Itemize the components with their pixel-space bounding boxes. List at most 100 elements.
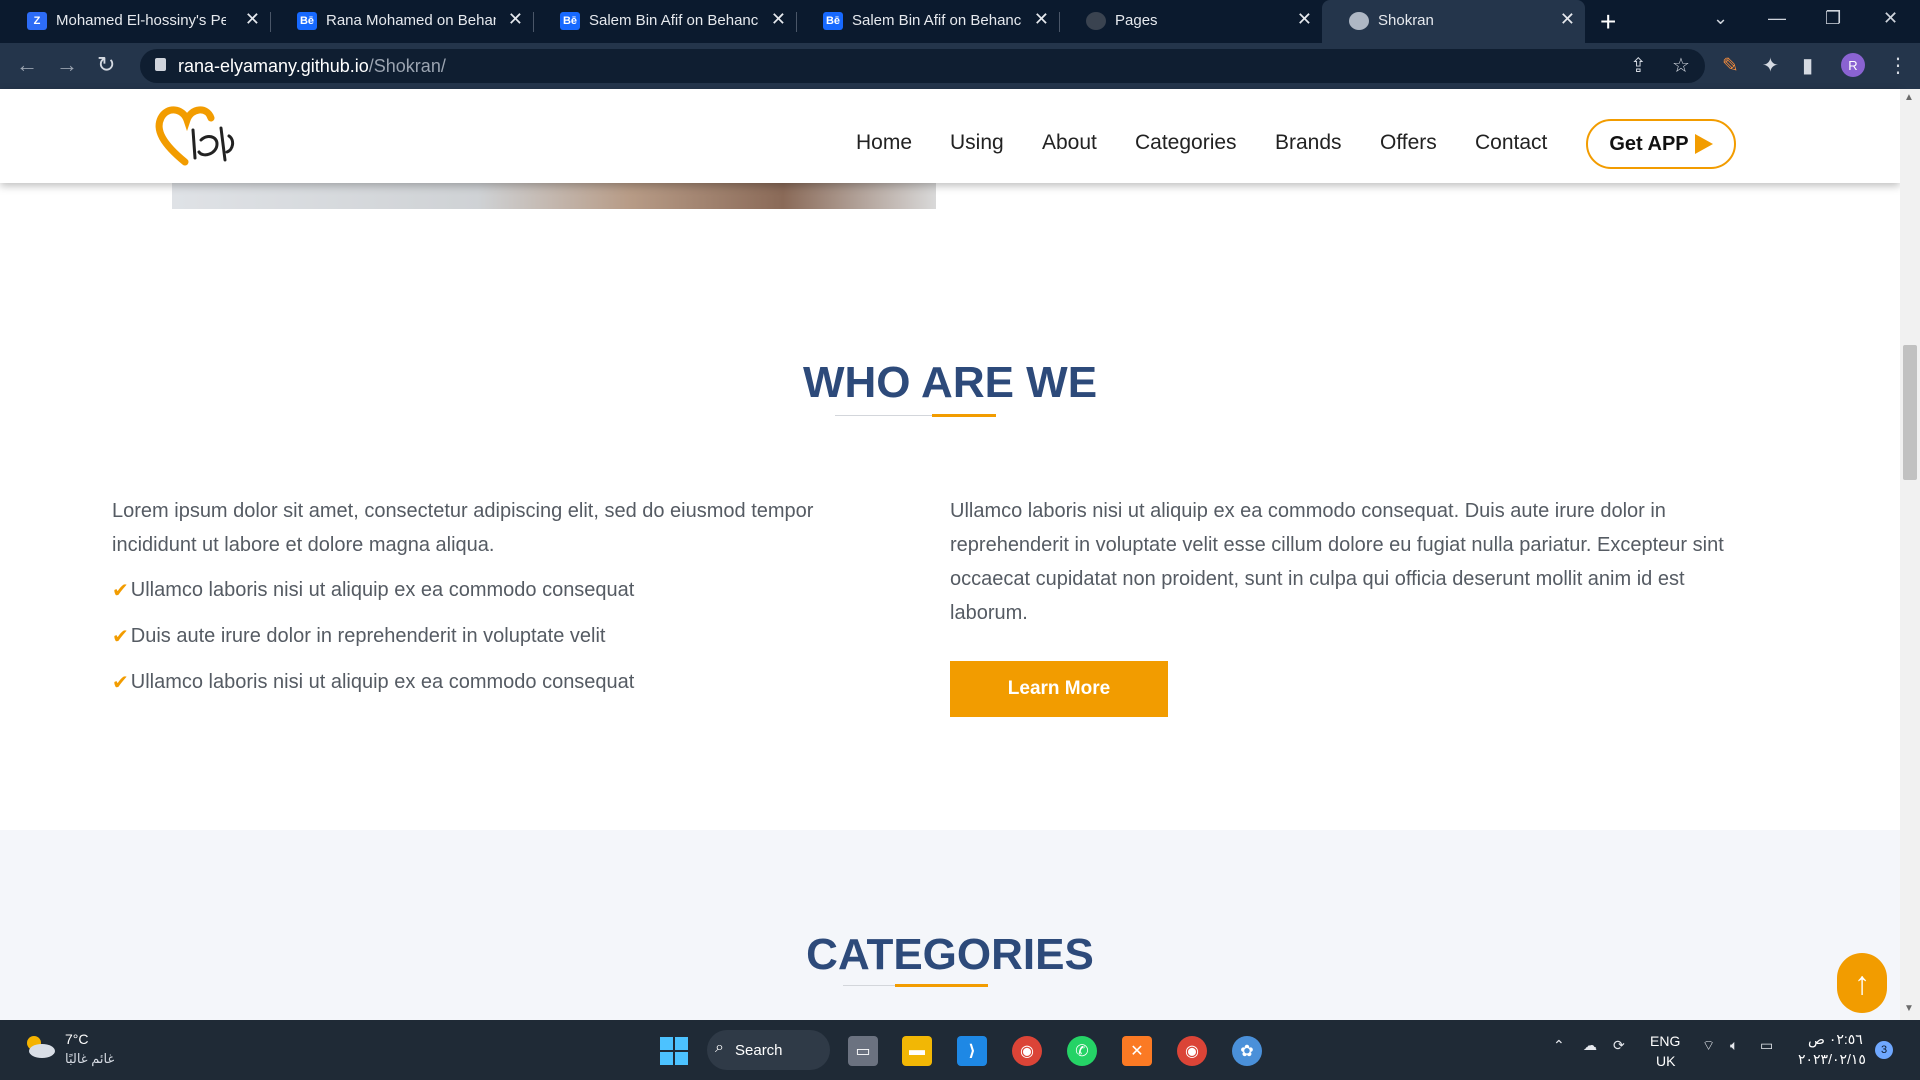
page-scrollbar[interactable] [1900,89,1920,1020]
nav-contact[interactable]: Contact [1475,131,1547,155]
share-icon[interactable]: ⇪ [1630,53,1647,78]
shokran-logo[interactable] [155,100,237,176]
chrome-icon[interactable]: ◉ [1012,1036,1042,1066]
pen-extension-icon[interactable]: ✎ [1722,53,1739,78]
zoho-icon: Z [27,12,47,30]
check-icon: ✔ [112,672,129,694]
new-tab-button[interactable]: + [1600,6,1616,38]
language-region: UK [1656,1053,1676,1069]
tab-3[interactable]: Bē Salem Bin Afif on Behance ✕ [533,0,796,43]
tab-1[interactable]: Z Mohamed El-hossiny's Pers ✕ [0,0,270,43]
windows-start-icon[interactable] [659,1036,689,1066]
nav-brands[interactable]: Brands [1275,131,1342,155]
learn-more-button[interactable]: Learn More [950,661,1168,717]
weather-description: غائم غالبًا [65,1051,115,1066]
check-icon: ✔ [112,626,129,648]
nav-offers[interactable]: Offers [1380,131,1437,155]
nav-home[interactable]: Home [856,131,912,155]
nav-about[interactable]: About [1042,131,1097,155]
notification-badge[interactable]: 3 [1875,1041,1893,1059]
volume-icon[interactable]: 🔈︎ [1730,1037,1738,1054]
weather-temperature: 7°C [65,1031,89,1047]
github-icon [1086,12,1106,30]
nav-categories[interactable]: Categories [1135,131,1237,155]
forward-icon[interactable]: → [56,52,78,78]
check-item: ✔ Duis aute irure dolor in reprehenderit … [112,625,606,648]
paint-icon[interactable]: ✿ [1232,1036,1262,1066]
behance-icon: Bē [297,12,317,30]
search-icon: ⌕ [715,1039,724,1056]
minimize-icon[interactable]: — [1768,8,1786,29]
tab-label: Shokran [1378,12,1434,29]
side-panel-icon[interactable]: ▮ [1802,53,1813,78]
tab-label: Mohamed El-hossiny's Pers [56,12,226,29]
profile-avatar[interactable]: R [1841,53,1865,77]
close-icon[interactable]: ✕ [771,9,786,30]
language-indicator[interactable]: ENG [1650,1033,1680,1049]
get-app-button[interactable]: Get APP [1586,119,1736,169]
taskbar-search-label: Search [735,1041,783,1059]
chrome-profile-icon[interactable]: ◉ [1177,1036,1207,1066]
close-icon[interactable]: ✕ [1034,9,1049,30]
weather-cloud-sun-icon[interactable] [22,1033,56,1059]
title-accent [895,984,988,987]
check-item: ✔ Ullamco laboris nisi ut aliquip ex ea c… [112,671,635,694]
categories-section-bg [0,830,1900,1020]
scroll-down-arrow-icon[interactable]: ▼ [1904,1003,1914,1014]
scroll-to-top-button[interactable]: ↑ [1837,953,1887,1013]
sync-icon[interactable]: ⟳ [1613,1037,1625,1054]
scrollbar-thumb[interactable] [1903,345,1917,480]
close-icon[interactable]: ✕ [1560,9,1575,30]
tab-label: Salem Bin Afif on Behance [852,12,1022,29]
check-item: ✔ Ullamco laboris nisi ut aliquip ex ea c… [112,579,635,602]
tab-5[interactable]: Pages ✕ [1059,0,1322,43]
title-accent [932,414,996,417]
extensions-icon[interactable]: ✦ [1762,53,1779,78]
menu-icon[interactable]: ⋮ [1888,53,1908,78]
who-left-paragraph: Lorem ipsum dolor sit amet, consectetur … [112,500,814,556]
who-right-paragraph: Ullamco laboris nisi ut aliquip ex ea co… [950,500,1724,624]
url-text: rana-elyamany.github.io/Shokran/ [178,56,446,76]
browser-tab-bar: Z Mohamed El-hossiny's Pers ✕ Bē Rana Mo… [0,0,1920,43]
back-icon[interactable]: ← [16,52,38,78]
file-explorer-icon[interactable]: ▬ [902,1036,932,1066]
whatsapp-icon[interactable]: ✆ [1067,1036,1097,1066]
restore-icon[interactable]: ❐ [1825,8,1841,29]
behance-icon: Bē [560,12,580,30]
lock-icon [155,58,166,71]
reload-icon[interactable]: ↻ [97,52,115,78]
tab-4[interactable]: Bē Salem Bin Afif on Behance ✕ [796,0,1059,43]
play-icon [1694,134,1713,154]
clock-date[interactable]: ٢٠٢٣/٠٢/١٥ [1798,1051,1866,1068]
tab-2[interactable]: Bē Rana Mohamed on Behance ✕ [270,0,533,43]
tab-label: Rana Mohamed on Behance [326,12,496,29]
close-icon[interactable]: ✕ [508,9,523,30]
behance-icon: Bē [823,12,843,30]
close-icon[interactable]: ✕ [1297,9,1312,30]
scroll-up-arrow-icon[interactable]: ▲ [1904,92,1914,103]
tab-label: Pages [1115,12,1158,29]
globe-icon [1349,12,1369,30]
taskbar-search[interactable]: ⌕ Search [707,1030,830,1070]
tray-overflow-icon[interactable]: ⌃ [1553,1037,1565,1054]
onedrive-icon[interactable]: ☁ [1583,1037,1597,1054]
nav-using[interactable]: Using [950,131,1004,155]
tab-label: Salem Bin Afif on Behance [589,12,759,29]
who-are-we-title: WHO ARE WE [802,358,1098,407]
xampp-icon[interactable]: ✕ [1122,1036,1152,1066]
tab-6-active[interactable]: Shokran ✕ [1322,0,1585,43]
address-bar-row: ← → ↻ rana-elyamany.github.io/Shokran/ ⇪… [0,43,1920,89]
tab-search-icon[interactable]: ⌄ [1713,8,1728,29]
bookmark-star-icon[interactable]: ☆ [1672,53,1690,78]
clock-time[interactable]: ٠٢:٥٦ ص [1808,1031,1863,1048]
close-icon[interactable]: ✕ [245,9,260,30]
task-view-icon[interactable]: ▭ [848,1036,878,1066]
categories-title: CATEGORIES [806,930,1094,979]
wifi-icon[interactable]: ⌔ [1702,1037,1715,1055]
close-window-icon[interactable]: ✕ [1883,8,1898,29]
battery-icon[interactable]: ▭ [1760,1037,1773,1054]
get-app-label: Get APP [1609,132,1689,155]
check-icon: ✔ [112,580,129,602]
vscode-icon[interactable]: ⟩ [957,1036,987,1066]
url-field[interactable]: rana-elyamany.github.io/Shokran/ [140,49,1705,83]
